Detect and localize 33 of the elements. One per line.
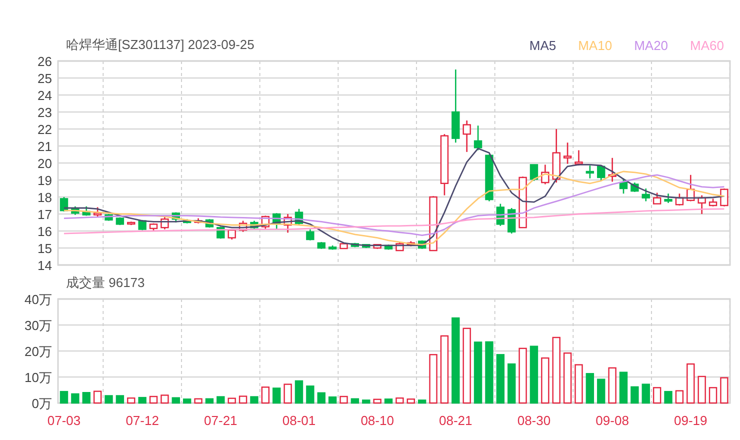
axis-label: 30万 [24, 318, 52, 333]
axis-label: 23 [38, 105, 52, 120]
date-label: 08-30 [517, 413, 551, 428]
chart-title: 哈焊华通[SZ301137] 2023-09-25 [66, 36, 254, 54]
axis-label: 20 [38, 156, 52, 171]
legend-label: MA5 [529, 38, 556, 52]
axis-label: 18 [38, 190, 52, 205]
axis-label: 26 [38, 54, 52, 69]
axis-label: 10万 [24, 370, 52, 385]
axis-label: 16 [38, 224, 52, 239]
legend-label: MA60 [690, 38, 724, 52]
date-label: 08-01 [282, 413, 316, 428]
axis-label: 0万 [32, 396, 52, 411]
date-label: 08-21 [439, 413, 472, 428]
axis-label: 22 [38, 122, 52, 137]
date-label: 09-08 [596, 413, 629, 428]
date-label: 09-19 [674, 413, 708, 428]
legend-label: MA10 [578, 38, 612, 52]
axis-label: 24 [38, 88, 52, 103]
date-label: 07-12 [126, 413, 159, 428]
axis-label: 20万 [24, 344, 52, 359]
date-label: 07-21 [204, 413, 238, 428]
legend-label: MA20 [634, 38, 668, 52]
axis-label: 21 [38, 139, 52, 154]
date-label: 07-03 [47, 413, 81, 428]
volume-title: 成交量 96173 [66, 274, 145, 292]
axis-label: 19 [38, 173, 52, 188]
axis-label: 40万 [24, 292, 52, 307]
axis-label: 15 [38, 241, 52, 256]
axis-label: 14 [38, 258, 52, 273]
axis-label: 25 [38, 71, 52, 86]
axis-label: 17 [38, 207, 52, 222]
date-label: 08-10 [360, 413, 394, 428]
